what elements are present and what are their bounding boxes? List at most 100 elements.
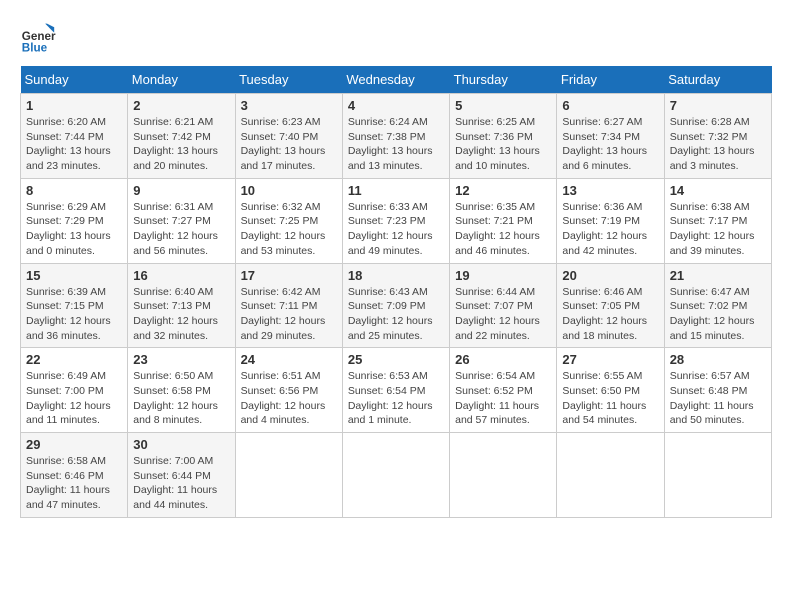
calendar-cell: 24 Sunrise: 6:51 AM Sunset: 6:56 PM Dayl… bbox=[235, 348, 342, 433]
day-info: Sunrise: 6:58 AM Sunset: 6:46 PM Dayligh… bbox=[26, 454, 122, 513]
calendar-table: SundayMondayTuesdayWednesdayThursdayFrid… bbox=[20, 66, 772, 518]
day-info: Sunrise: 6:38 AM Sunset: 7:17 PM Dayligh… bbox=[670, 200, 766, 259]
logo: General Blue bbox=[20, 20, 64, 56]
day-number: 30 bbox=[133, 437, 229, 452]
day-info: Sunrise: 6:44 AM Sunset: 7:07 PM Dayligh… bbox=[455, 285, 551, 344]
calendar-cell bbox=[450, 433, 557, 518]
calendar-cell: 2 Sunrise: 6:21 AM Sunset: 7:42 PM Dayli… bbox=[128, 94, 235, 179]
day-info: Sunrise: 6:46 AM Sunset: 7:05 PM Dayligh… bbox=[562, 285, 658, 344]
day-info: Sunrise: 6:25 AM Sunset: 7:36 PM Dayligh… bbox=[455, 115, 551, 174]
calendar-cell: 14 Sunrise: 6:38 AM Sunset: 7:17 PM Dayl… bbox=[664, 178, 771, 263]
calendar-cell: 4 Sunrise: 6:24 AM Sunset: 7:38 PM Dayli… bbox=[342, 94, 449, 179]
calendar-week-1: 1 Sunrise: 6:20 AM Sunset: 7:44 PM Dayli… bbox=[21, 94, 772, 179]
calendar-cell: 11 Sunrise: 6:33 AM Sunset: 7:23 PM Dayl… bbox=[342, 178, 449, 263]
day-info: Sunrise: 6:40 AM Sunset: 7:13 PM Dayligh… bbox=[133, 285, 229, 344]
calendar-cell: 1 Sunrise: 6:20 AM Sunset: 7:44 PM Dayli… bbox=[21, 94, 128, 179]
calendar-cell: 25 Sunrise: 6:53 AM Sunset: 6:54 PM Dayl… bbox=[342, 348, 449, 433]
header-wednesday: Wednesday bbox=[342, 66, 449, 94]
day-number: 20 bbox=[562, 268, 658, 283]
page-header: General Blue bbox=[20, 20, 772, 56]
calendar-cell: 9 Sunrise: 6:31 AM Sunset: 7:27 PM Dayli… bbox=[128, 178, 235, 263]
calendar-cell: 16 Sunrise: 6:40 AM Sunset: 7:13 PM Dayl… bbox=[128, 263, 235, 348]
day-number: 21 bbox=[670, 268, 766, 283]
calendar-week-3: 15 Sunrise: 6:39 AM Sunset: 7:15 PM Dayl… bbox=[21, 263, 772, 348]
day-number: 13 bbox=[562, 183, 658, 198]
calendar-cell: 23 Sunrise: 6:50 AM Sunset: 6:58 PM Dayl… bbox=[128, 348, 235, 433]
calendar-week-4: 22 Sunrise: 6:49 AM Sunset: 7:00 PM Dayl… bbox=[21, 348, 772, 433]
calendar-cell: 15 Sunrise: 6:39 AM Sunset: 7:15 PM Dayl… bbox=[21, 263, 128, 348]
day-info: Sunrise: 6:20 AM Sunset: 7:44 PM Dayligh… bbox=[26, 115, 122, 174]
day-info: Sunrise: 6:53 AM Sunset: 6:54 PM Dayligh… bbox=[348, 369, 444, 428]
svg-text:Blue: Blue bbox=[22, 42, 48, 55]
day-info: Sunrise: 6:55 AM Sunset: 6:50 PM Dayligh… bbox=[562, 369, 658, 428]
calendar-cell: 13 Sunrise: 6:36 AM Sunset: 7:19 PM Dayl… bbox=[557, 178, 664, 263]
calendar-cell: 12 Sunrise: 6:35 AM Sunset: 7:21 PM Dayl… bbox=[450, 178, 557, 263]
calendar-cell: 17 Sunrise: 6:42 AM Sunset: 7:11 PM Dayl… bbox=[235, 263, 342, 348]
header-monday: Monday bbox=[128, 66, 235, 94]
day-number: 25 bbox=[348, 352, 444, 367]
day-info: Sunrise: 6:31 AM Sunset: 7:27 PM Dayligh… bbox=[133, 200, 229, 259]
calendar-cell: 18 Sunrise: 6:43 AM Sunset: 7:09 PM Dayl… bbox=[342, 263, 449, 348]
header-thursday: Thursday bbox=[450, 66, 557, 94]
calendar-cell: 27 Sunrise: 6:55 AM Sunset: 6:50 PM Dayl… bbox=[557, 348, 664, 433]
logo-icon: General Blue bbox=[20, 20, 56, 56]
calendar-cell: 6 Sunrise: 6:27 AM Sunset: 7:34 PM Dayli… bbox=[557, 94, 664, 179]
day-number: 14 bbox=[670, 183, 766, 198]
calendar-cell: 19 Sunrise: 6:44 AM Sunset: 7:07 PM Dayl… bbox=[450, 263, 557, 348]
day-info: Sunrise: 6:39 AM Sunset: 7:15 PM Dayligh… bbox=[26, 285, 122, 344]
day-info: Sunrise: 6:57 AM Sunset: 6:48 PM Dayligh… bbox=[670, 369, 766, 428]
day-info: Sunrise: 6:50 AM Sunset: 6:58 PM Dayligh… bbox=[133, 369, 229, 428]
day-number: 15 bbox=[26, 268, 122, 283]
day-number: 29 bbox=[26, 437, 122, 452]
calendar-cell bbox=[664, 433, 771, 518]
calendar-cell bbox=[557, 433, 664, 518]
day-number: 3 bbox=[241, 98, 337, 113]
day-info: Sunrise: 6:47 AM Sunset: 7:02 PM Dayligh… bbox=[670, 285, 766, 344]
calendar-cell: 26 Sunrise: 6:54 AM Sunset: 6:52 PM Dayl… bbox=[450, 348, 557, 433]
day-number: 22 bbox=[26, 352, 122, 367]
calendar-week-2: 8 Sunrise: 6:29 AM Sunset: 7:29 PM Dayli… bbox=[21, 178, 772, 263]
day-info: Sunrise: 6:54 AM Sunset: 6:52 PM Dayligh… bbox=[455, 369, 551, 428]
calendar-cell: 3 Sunrise: 6:23 AM Sunset: 7:40 PM Dayli… bbox=[235, 94, 342, 179]
day-info: Sunrise: 6:51 AM Sunset: 6:56 PM Dayligh… bbox=[241, 369, 337, 428]
day-info: Sunrise: 7:00 AM Sunset: 6:44 PM Dayligh… bbox=[133, 454, 229, 513]
header-friday: Friday bbox=[557, 66, 664, 94]
day-info: Sunrise: 6:24 AM Sunset: 7:38 PM Dayligh… bbox=[348, 115, 444, 174]
day-number: 11 bbox=[348, 183, 444, 198]
calendar-cell: 7 Sunrise: 6:28 AM Sunset: 7:32 PM Dayli… bbox=[664, 94, 771, 179]
calendar-cell: 22 Sunrise: 6:49 AM Sunset: 7:00 PM Dayl… bbox=[21, 348, 128, 433]
day-number: 12 bbox=[455, 183, 551, 198]
day-info: Sunrise: 6:27 AM Sunset: 7:34 PM Dayligh… bbox=[562, 115, 658, 174]
day-info: Sunrise: 6:23 AM Sunset: 7:40 PM Dayligh… bbox=[241, 115, 337, 174]
day-info: Sunrise: 6:32 AM Sunset: 7:25 PM Dayligh… bbox=[241, 200, 337, 259]
day-number: 8 bbox=[26, 183, 122, 198]
day-info: Sunrise: 6:43 AM Sunset: 7:09 PM Dayligh… bbox=[348, 285, 444, 344]
calendar-cell: 21 Sunrise: 6:47 AM Sunset: 7:02 PM Dayl… bbox=[664, 263, 771, 348]
day-info: Sunrise: 6:21 AM Sunset: 7:42 PM Dayligh… bbox=[133, 115, 229, 174]
day-number: 6 bbox=[562, 98, 658, 113]
calendar-cell: 10 Sunrise: 6:32 AM Sunset: 7:25 PM Dayl… bbox=[235, 178, 342, 263]
day-number: 4 bbox=[348, 98, 444, 113]
day-info: Sunrise: 6:33 AM Sunset: 7:23 PM Dayligh… bbox=[348, 200, 444, 259]
day-number: 7 bbox=[670, 98, 766, 113]
calendar-cell: 20 Sunrise: 6:46 AM Sunset: 7:05 PM Dayl… bbox=[557, 263, 664, 348]
day-number: 28 bbox=[670, 352, 766, 367]
day-number: 27 bbox=[562, 352, 658, 367]
header-tuesday: Tuesday bbox=[235, 66, 342, 94]
day-number: 18 bbox=[348, 268, 444, 283]
calendar-cell bbox=[342, 433, 449, 518]
calendar-cell: 5 Sunrise: 6:25 AM Sunset: 7:36 PM Dayli… bbox=[450, 94, 557, 179]
day-number: 17 bbox=[241, 268, 337, 283]
day-info: Sunrise: 6:36 AM Sunset: 7:19 PM Dayligh… bbox=[562, 200, 658, 259]
day-number: 16 bbox=[133, 268, 229, 283]
day-number: 2 bbox=[133, 98, 229, 113]
calendar-cell: 30 Sunrise: 7:00 AM Sunset: 6:44 PM Dayl… bbox=[128, 433, 235, 518]
calendar-cell: 8 Sunrise: 6:29 AM Sunset: 7:29 PM Dayli… bbox=[21, 178, 128, 263]
day-info: Sunrise: 6:42 AM Sunset: 7:11 PM Dayligh… bbox=[241, 285, 337, 344]
day-number: 9 bbox=[133, 183, 229, 198]
day-number: 24 bbox=[241, 352, 337, 367]
day-number: 1 bbox=[26, 98, 122, 113]
calendar-header-row: SundayMondayTuesdayWednesdayThursdayFrid… bbox=[21, 66, 772, 94]
day-info: Sunrise: 6:28 AM Sunset: 7:32 PM Dayligh… bbox=[670, 115, 766, 174]
calendar-cell bbox=[235, 433, 342, 518]
